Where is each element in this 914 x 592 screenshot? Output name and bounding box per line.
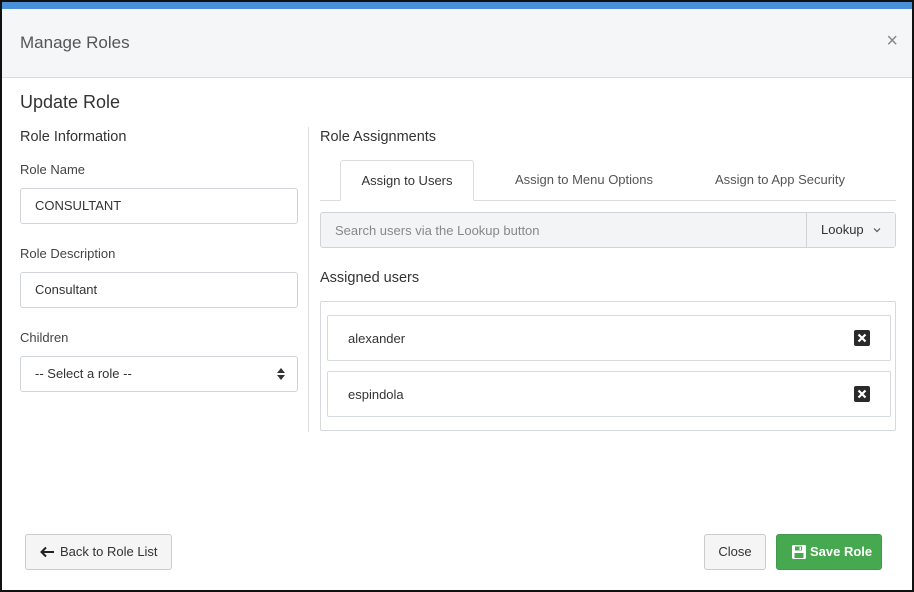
back-button-label: Back to Role List [60, 544, 158, 559]
close-button[interactable]: Close [704, 534, 766, 570]
list-item: espindola [327, 371, 891, 417]
page-title: Update Role [20, 92, 121, 112]
lookup-button-label: Lookup [821, 222, 864, 237]
user-search-group: Lookup [320, 212, 896, 248]
role-description-label: Role Description [20, 246, 116, 261]
assigned-users-heading: Assigned users [320, 270, 420, 286]
select-arrows-icon [277, 368, 285, 380]
save-button-label: Save Role [810, 544, 873, 559]
tab-assign-to-users[interactable]: Assign to Users [340, 160, 474, 201]
column-divider [308, 127, 309, 432]
user-name: espindola [348, 387, 404, 402]
role-description-field[interactable]: Consultant [20, 272, 298, 308]
role-information-heading: Role Information [20, 129, 127, 145]
list-item: alexander [327, 315, 891, 361]
chevron-down-icon [873, 228, 881, 233]
floppy-disk-icon [792, 545, 806, 559]
children-select-value: -- Select a role -- [35, 366, 132, 381]
role-name-label: Role Name [20, 162, 86, 177]
dialog-title: Manage Roles [20, 33, 130, 52]
assigned-users-list: alexander espindola [320, 301, 896, 431]
lookup-button[interactable]: Lookup [806, 213, 895, 247]
role-assignments-heading: Role Assignments [320, 129, 437, 145]
children-label: Children [20, 330, 69, 345]
dialog-header: Manage Roles × [2, 9, 912, 78]
save-role-button[interactable]: Save Role [776, 534, 882, 570]
user-search-input[interactable] [321, 213, 807, 247]
children-select[interactable]: -- Select a role -- [20, 356, 298, 392]
accent-bar [2, 2, 912, 9]
remove-icon[interactable] [854, 330, 870, 346]
close-icon[interactable]: × [886, 31, 898, 51]
manage-roles-dialog: Manage Roles × Update Role Role Informat… [0, 0, 914, 592]
tab-assign-to-app-security[interactable]: Assign to App Security [694, 160, 866, 201]
role-name-field[interactable]: CONSULTANT [20, 188, 298, 224]
arrow-left-icon [40, 546, 54, 558]
user-name: alexander [348, 331, 406, 346]
remove-icon[interactable] [854, 386, 870, 402]
tab-assign-to-menu-options[interactable]: Assign to Menu Options [496, 160, 672, 201]
back-to-role-list-button[interactable]: Back to Role List [25, 534, 172, 570]
